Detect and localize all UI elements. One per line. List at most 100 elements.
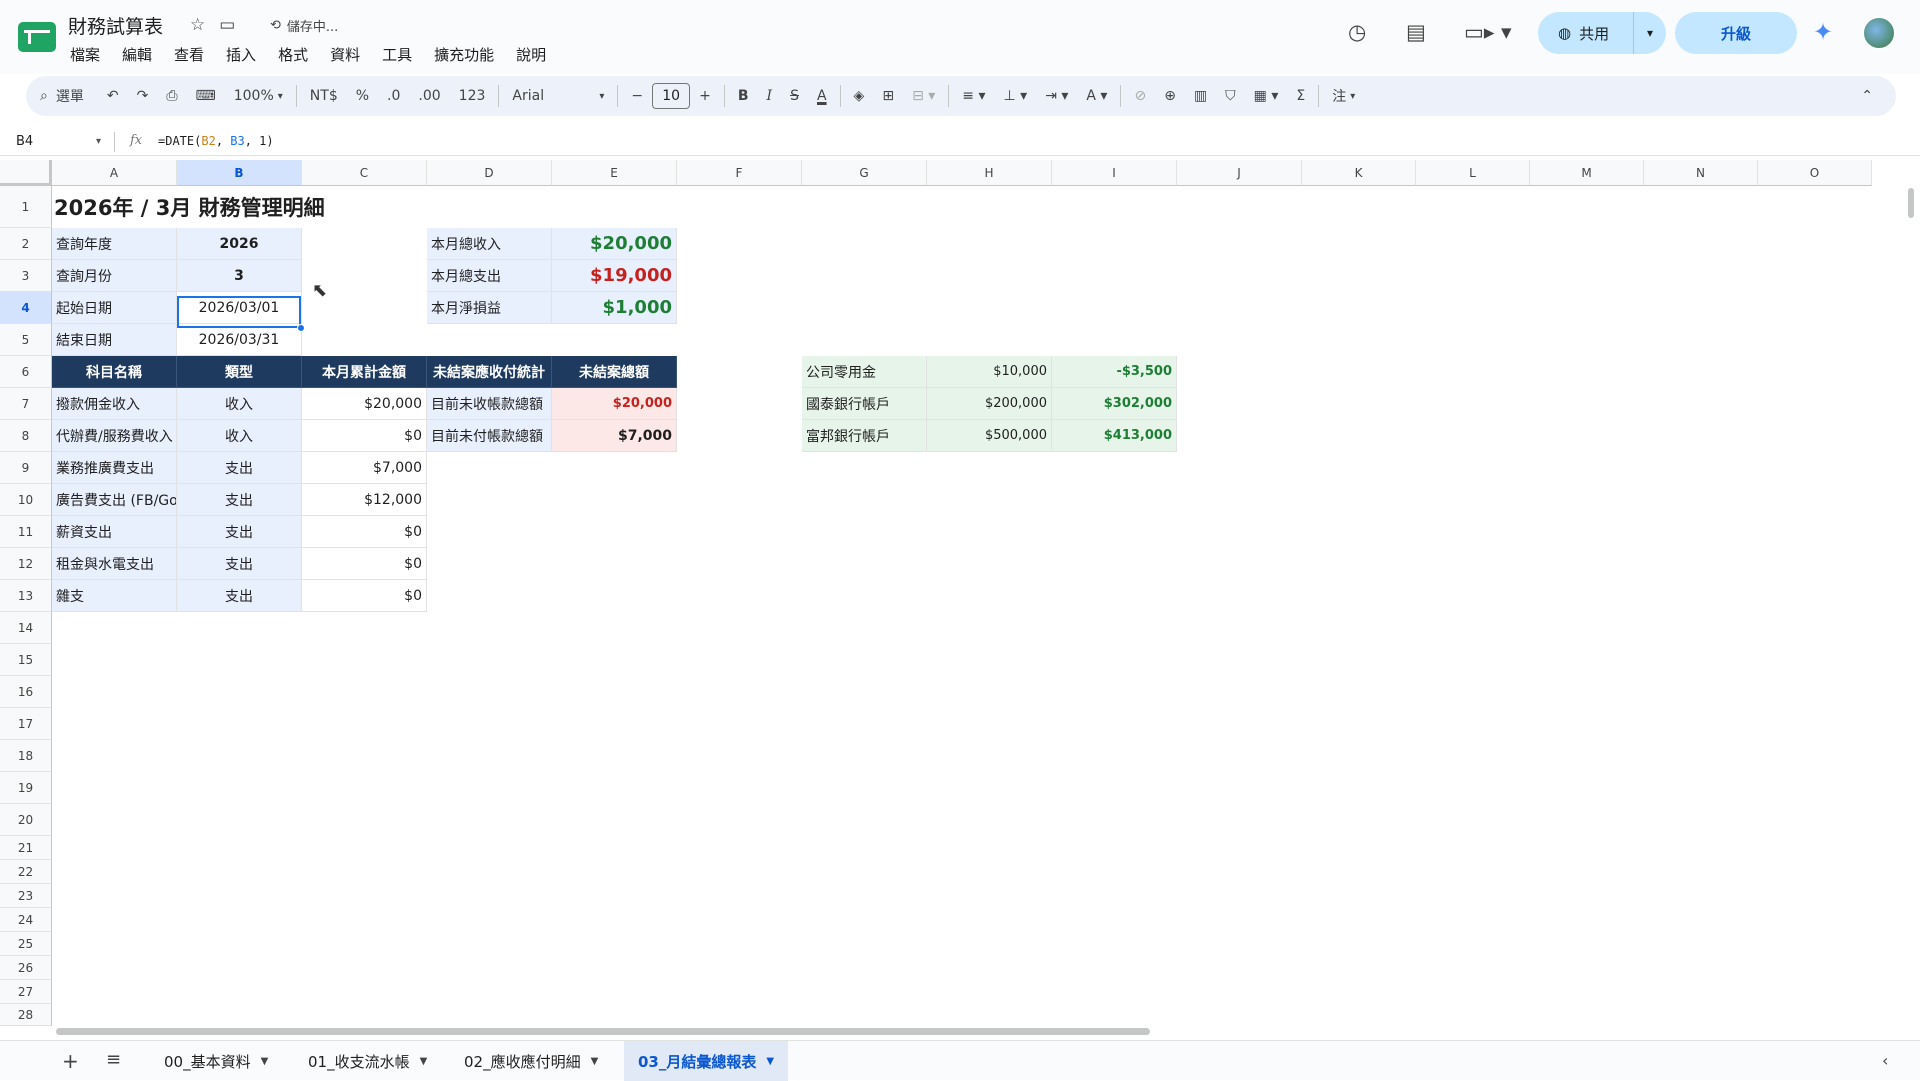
- sheet-tab-03[interactable]: 03_月結彙總報表 ▼: [624, 1041, 789, 1081]
- sheets-logo-icon[interactable]: [18, 22, 56, 52]
- share-button[interactable]: ◍ 共用 ▾: [1538, 12, 1666, 54]
- text-color-button[interactable]: A: [808, 81, 836, 111]
- cell-b5[interactable]: 2026/03/31: [177, 324, 302, 356]
- functions-button[interactable]: Σ: [1287, 81, 1314, 111]
- table-row-amount[interactable]: $0: [302, 420, 427, 452]
- column-header-b[interactable]: B: [177, 160, 302, 186]
- cell-g8[interactable]: 富邦銀行帳戶: [802, 420, 927, 452]
- cell-a3[interactable]: 查詢月份: [52, 260, 177, 292]
- table-row-type[interactable]: 收入: [177, 388, 302, 420]
- all-sheets-icon[interactable]: ≡: [106, 1049, 121, 1070]
- table-row-type[interactable]: 支出: [177, 484, 302, 516]
- table-row-amount[interactable]: $0: [302, 548, 427, 580]
- chevron-down-icon[interactable]: ▼: [766, 1056, 774, 1067]
- font-size-increase-icon[interactable]: +: [690, 81, 720, 111]
- menu-tools[interactable]: 工具: [382, 44, 412, 65]
- font-size-input[interactable]: 10: [652, 83, 691, 109]
- row-header[interactable]: 14: [0, 612, 52, 644]
- menu-extensions[interactable]: 擴充功能: [434, 44, 494, 65]
- column-header-a[interactable]: A: [52, 160, 177, 186]
- row-header[interactable]: 17: [0, 708, 52, 740]
- row-header[interactable]: 19: [0, 772, 52, 804]
- text-rotation-icon[interactable]: A ▾: [1077, 81, 1116, 111]
- collapse-menu-icon[interactable]: ⌃: [1852, 81, 1882, 111]
- name-box[interactable]: B4: [16, 134, 106, 149]
- table-row-type[interactable]: 支出: [177, 548, 302, 580]
- cell-d6-header[interactable]: 未結案應收付統計: [427, 356, 552, 388]
- menu-file[interactable]: 檔案: [70, 44, 100, 65]
- cell-g7[interactable]: 國泰銀行帳戶: [802, 388, 927, 420]
- cell-d7[interactable]: 目前未收帳款總額: [427, 388, 552, 420]
- horizontal-scroll-thumb[interactable]: [56, 1028, 1150, 1035]
- row-header[interactable]: 9: [0, 452, 52, 484]
- zoom-select[interactable]: 100% ▾: [225, 81, 292, 111]
- column-header-c[interactable]: C: [302, 160, 427, 186]
- table-row-amount[interactable]: $0: [302, 580, 427, 612]
- cell-i8[interactable]: $413,000: [1052, 420, 1177, 452]
- table-row-name[interactable]: 業務推廣費支出: [52, 452, 177, 484]
- cell-d2[interactable]: 本月總收入: [427, 228, 552, 260]
- cell-e8[interactable]: $7,000: [552, 420, 677, 452]
- cell-e6-header[interactable]: 未結案總額: [552, 356, 677, 388]
- paint-format-icon[interactable]: ⌨: [187, 81, 225, 111]
- cell-h7[interactable]: $200,000: [927, 388, 1052, 420]
- row-header[interactable]: 3: [0, 260, 52, 292]
- document-title[interactable]: 財務試算表: [68, 12, 163, 39]
- currency-format-button[interactable]: NT$: [301, 81, 347, 111]
- fill-color-icon[interactable]: ◈: [845, 81, 874, 111]
- table-row-amount[interactable]: $12,000: [302, 484, 427, 516]
- row-header[interactable]: 26: [0, 956, 52, 980]
- insert-comment-icon[interactable]: ⊕: [1155, 81, 1185, 111]
- column-header-l[interactable]: L: [1416, 160, 1530, 186]
- select-all-corner[interactable]: [0, 160, 52, 186]
- row-header[interactable]: 22: [0, 860, 52, 884]
- cell-a2[interactable]: 查詢年度: [52, 228, 177, 260]
- row-header[interactable]: 11: [0, 516, 52, 548]
- chevron-left-icon[interactable]: ‹: [1882, 1051, 1888, 1070]
- increase-decimal-button[interactable]: .00: [409, 81, 449, 111]
- column-header-i[interactable]: I: [1052, 160, 1177, 186]
- row-header[interactable]: 7: [0, 388, 52, 420]
- column-header-k[interactable]: K: [1302, 160, 1416, 186]
- table-row-name[interactable]: 代辦費/服務費收入: [52, 420, 177, 452]
- insert-link-icon[interactable]: ⊘: [1125, 81, 1155, 111]
- cell-a5[interactable]: 結束日期: [52, 324, 177, 356]
- upgrade-button[interactable]: 升級: [1675, 12, 1797, 54]
- row-header[interactable]: 8: [0, 420, 52, 452]
- avatar[interactable]: [1862, 16, 1896, 50]
- column-header-e[interactable]: E: [552, 160, 677, 186]
- chevron-down-icon[interactable]: ▼: [261, 1056, 269, 1067]
- row-header[interactable]: 1: [0, 186, 52, 228]
- font-size-decrease-icon[interactable]: −: [622, 81, 652, 111]
- menu-help[interactable]: 說明: [516, 44, 546, 65]
- italic-button[interactable]: I: [758, 81, 782, 111]
- row-header[interactable]: 13: [0, 580, 52, 612]
- cell-e2[interactable]: $20,000: [552, 228, 677, 260]
- percent-format-button[interactable]: %: [347, 81, 378, 111]
- gemini-icon[interactable]: ✦: [1813, 18, 1833, 46]
- row-header[interactable]: 20: [0, 804, 52, 836]
- cell-e7[interactable]: $20,000: [552, 388, 677, 420]
- comments-icon[interactable]: ▤: [1406, 20, 1426, 44]
- vertical-scrollbar[interactable]: [1904, 186, 1918, 1026]
- undo-icon[interactable]: ↶: [98, 81, 128, 111]
- row-header[interactable]: 15: [0, 644, 52, 676]
- vertical-scroll-thumb[interactable]: [1908, 188, 1914, 218]
- column-header-m[interactable]: M: [1530, 160, 1644, 186]
- meet-icon[interactable]: ▭▸ ▾: [1464, 20, 1512, 44]
- cell-b4[interactable]: 2026/03/01: [177, 292, 302, 324]
- input-tools-button[interactable]: 注 ▾: [1323, 81, 1364, 111]
- star-icon[interactable]: ☆: [190, 15, 205, 35]
- sheet-title-cell[interactable]: 2026年 / 3月 財務管理明細: [54, 192, 325, 222]
- version-history-icon[interactable]: ◷: [1348, 20, 1366, 44]
- table-row-type[interactable]: 支出: [177, 516, 302, 548]
- cell-a6-header[interactable]: 科目名稱: [52, 356, 177, 388]
- share-main[interactable]: ◍ 共用: [1538, 12, 1634, 54]
- menu-edit[interactable]: 編輯: [122, 44, 152, 65]
- row-header[interactable]: 27: [0, 980, 52, 1004]
- chevron-down-icon[interactable]: ▾: [96, 136, 101, 147]
- cell-h8[interactable]: $500,000: [927, 420, 1052, 452]
- menu-search[interactable]: ⌕ 選單: [26, 86, 98, 106]
- vertical-align-icon[interactable]: ⊥ ▾: [995, 81, 1037, 111]
- table-row-name[interactable]: 租金與水電支出: [52, 548, 177, 580]
